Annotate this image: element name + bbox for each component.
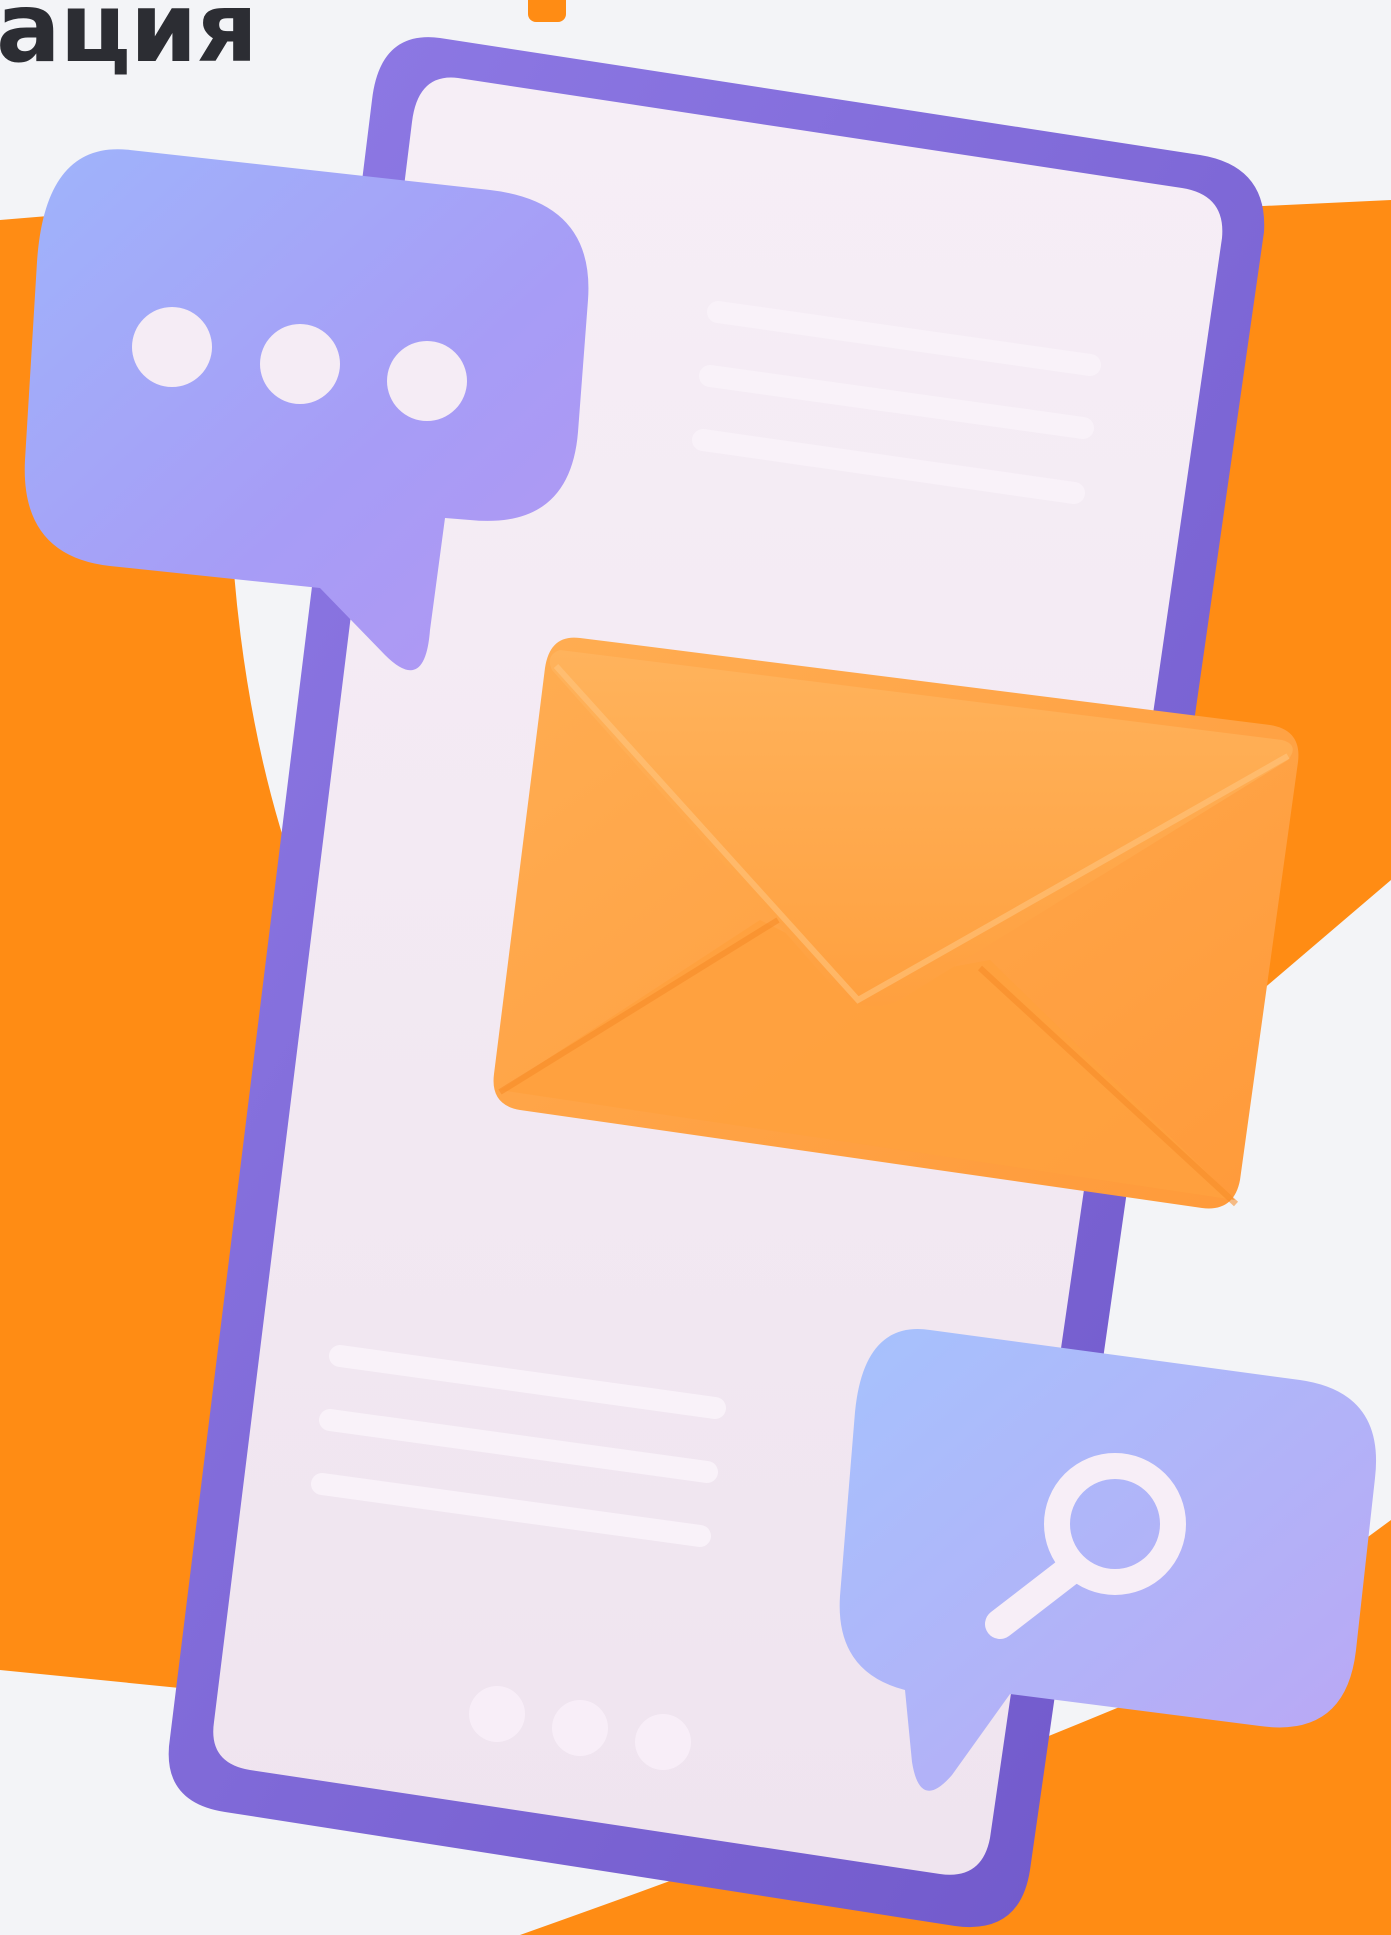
- promo-illustration: ация: [0, 0, 1391, 1935]
- illustration-scene: [0, 37, 1391, 1935]
- envelope-icon: [493, 637, 1299, 1209]
